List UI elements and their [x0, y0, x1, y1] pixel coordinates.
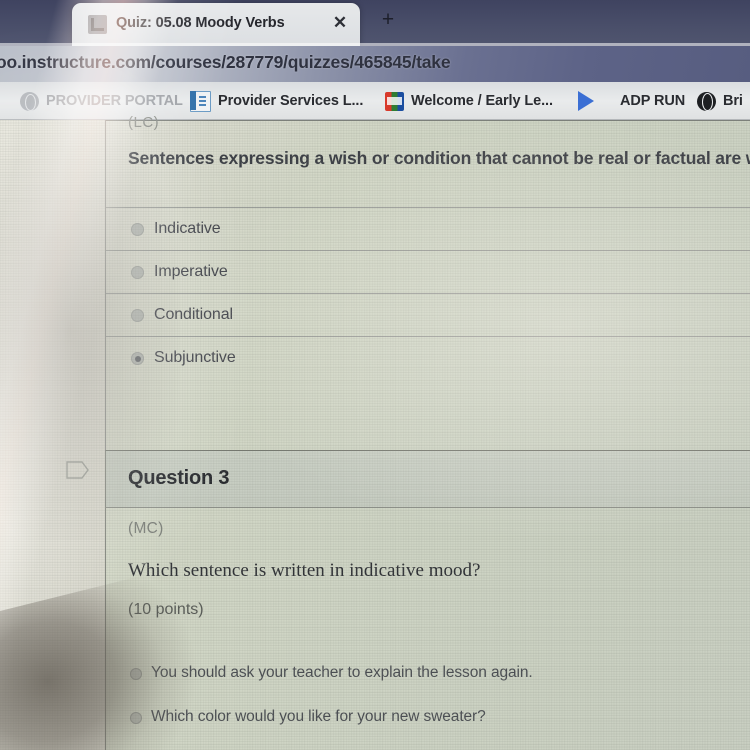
- page-favicon-icon: [88, 15, 107, 34]
- close-icon[interactable]: ✕: [330, 13, 350, 33]
- globe-gray-icon: [20, 91, 39, 111]
- radio-button[interactable]: [131, 223, 144, 236]
- answer-label: Indicative: [154, 220, 221, 237]
- multicolor-icon: [385, 91, 404, 111]
- bookmark-provider-services[interactable]: Provider Services L...: [190, 89, 363, 113]
- question-3-points: (10 points): [128, 601, 204, 618]
- tab-title: Quiz: 05.08 Moody Verbs: [116, 15, 285, 31]
- address-bar[interactable]: oo.instructure.com/courses/287779/quizze…: [0, 46, 750, 82]
- question-3-type-tag: (MC): [128, 520, 164, 537]
- bookmark-label: Provider Services L...: [218, 93, 364, 109]
- question-2-top-divider: [106, 120, 750, 121]
- browser-window: Quiz: 05.08 Moody Verbs ✕ + oo.instructu…: [0, 0, 750, 750]
- answer-option-row[interactable]: Which color would you like for your new …: [106, 700, 750, 744]
- bookmark-label: ADP RUN: [620, 93, 686, 109]
- answer-label: Conditional: [154, 306, 233, 323]
- answer-option-row[interactable]: Imperative: [106, 250, 750, 293]
- answer-label: Imperative: [154, 263, 228, 280]
- radio-button[interactable]: [131, 266, 144, 279]
- answer-label: Subjunctive: [154, 349, 236, 366]
- bookmark-label: Welcome / Early Le...: [411, 93, 553, 109]
- page-left-gutter: [0, 120, 105, 750]
- radio-button[interactable]: [130, 712, 142, 724]
- quiz-page: (LC) Sentences expressing a wish or cond…: [0, 114, 750, 750]
- bookmark-bri[interactable]: Bri: [697, 89, 743, 113]
- answer-option-row[interactable]: You should ask your teacher to explain t…: [106, 656, 750, 700]
- question-2-type-tag: (LC): [128, 114, 160, 131]
- flag-outline-icon[interactable]: [66, 460, 90, 480]
- bookmark-provider-portal[interactable]: PROVIDER PORTAL: [20, 89, 183, 113]
- question-3-body: (MC) Which sentence is written in indica…: [105, 508, 750, 750]
- url-text: oo.instructure.com/courses/287779/quizze…: [0, 52, 451, 72]
- radio-button[interactable]: [131, 309, 144, 322]
- answer-label: You should ask your teacher to explain t…: [151, 664, 533, 681]
- new-tab-button[interactable]: +: [376, 8, 400, 32]
- document-blue-icon: [190, 90, 211, 112]
- question-2-box: (LC) Sentences expressing a wish or cond…: [105, 114, 750, 450]
- tab-strip: Quiz: 05.08 Moody Verbs ✕ +: [0, 0, 750, 46]
- question-3-answers: You should ask your teacher to explain t…: [106, 656, 750, 744]
- question-3-header: Question 3: [105, 450, 750, 508]
- globe-dark-icon: [697, 91, 716, 111]
- radio-button[interactable]: [130, 668, 142, 680]
- bookmark-label: PROVIDER PORTAL: [46, 93, 183, 109]
- question-3-prompt: Which sentence is written in indicative …: [128, 560, 481, 581]
- answer-option-row[interactable]: Indicative: [106, 207, 750, 250]
- answer-label: Which color would you like for your new …: [151, 708, 486, 725]
- question-3-title: Question 3: [128, 467, 230, 489]
- question-2-prompt: Sentences expressing a wish or condition…: [128, 148, 750, 168]
- browser-tab-active[interactable]: Quiz: 05.08 Moody Verbs ✕: [72, 3, 360, 46]
- answer-option-row[interactable]: Subjunctive: [106, 336, 750, 379]
- bookmark-label: Bri: [723, 93, 743, 109]
- question-2-answers: Indicative Imperative Conditional Subjun…: [106, 207, 750, 379]
- play-triangle-icon: [578, 91, 613, 111]
- answer-option-row[interactable]: Conditional: [106, 293, 750, 336]
- radio-button-selected[interactable]: [131, 352, 144, 365]
- bookmarks-bar: PROVIDER PORTAL Provider Services L... W…: [0, 82, 750, 120]
- question-3-block: Question 3 (MC) Which sentence is writte…: [105, 450, 750, 750]
- bookmark-adp-run[interactable]: ADP RUN: [578, 89, 685, 113]
- bookmark-welcome-early-le[interactable]: Welcome / Early Le...: [385, 89, 553, 113]
